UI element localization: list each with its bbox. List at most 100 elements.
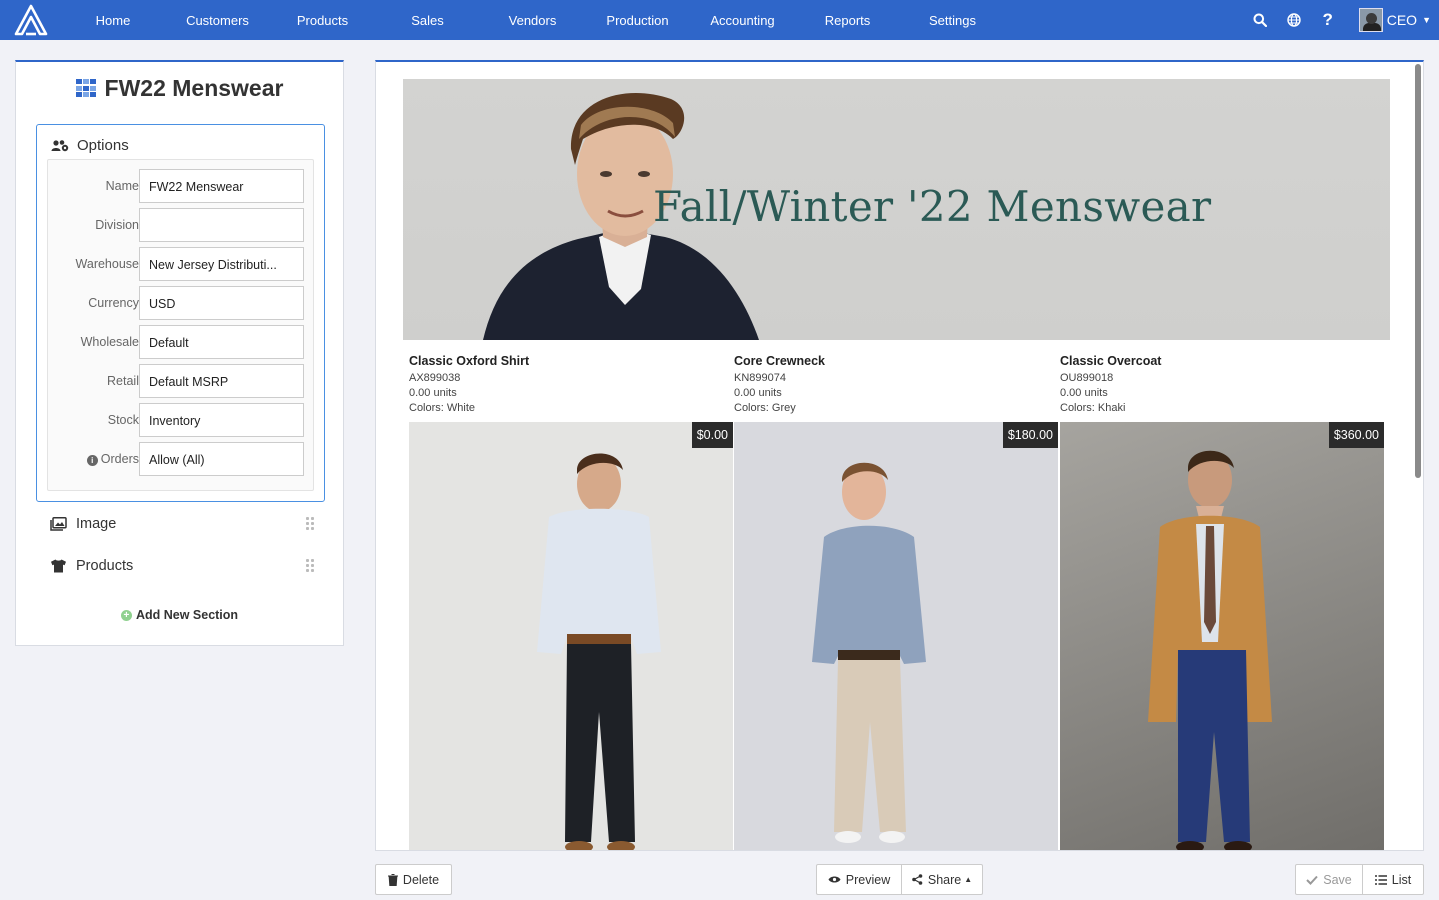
save-button[interactable]: Save: [1295, 864, 1363, 895]
product-card[interactable]: Classic Oxford Shirt AX899038 0.00 units…: [409, 354, 733, 850]
section-image[interactable]: Image: [50, 511, 314, 537]
product-units: 0.00 units: [409, 387, 457, 399]
add-section-label: Add New Section: [135, 608, 239, 622]
top-navbar: Home Customers Products Sales Vendors Pr…: [0, 0, 1439, 40]
share-label: Share: [927, 872, 962, 887]
list-icon: [1374, 874, 1387, 885]
orders-select[interactable]: Allow (All): [139, 442, 304, 476]
product-units: 0.00 units: [734, 387, 782, 399]
model-overcoat-image: [1148, 450, 1272, 850]
share-icon: [912, 874, 923, 885]
linesheet-preview: Fall/Winter '22 Menswear Classic Oxford …: [375, 60, 1424, 851]
product-photo: $0.00: [409, 422, 733, 850]
field-retail: Retail Default MSRP: [48, 364, 313, 398]
name-input[interactable]: FW22 Menswear: [139, 169, 304, 203]
trash-icon: [387, 873, 398, 886]
field-label: i Orders: [86, 452, 139, 466]
drag-handle-icon[interactable]: [306, 559, 314, 572]
users-cog-icon: [51, 140, 69, 152]
product-colors: Colors: White: [409, 402, 476, 414]
field-label: Stock: [107, 413, 139, 427]
nav-sales[interactable]: Sales: [371, 0, 484, 40]
price-badge: $0.00: [691, 422, 733, 448]
nav-settings[interactable]: Settings: [904, 0, 1001, 40]
field-name: Name FW22 Menswear: [48, 169, 313, 203]
eye-icon: [828, 876, 841, 883]
delete-button[interactable]: Delete: [375, 864, 452, 895]
product-colors: Colors: Grey: [734, 402, 796, 414]
chevron-down-icon: ▼: [1422, 15, 1431, 25]
field-wholesale: Wholesale Default: [48, 325, 313, 359]
product-name: Classic Oxford Shirt: [409, 354, 530, 368]
check-icon: [1306, 875, 1318, 885]
product-sku: KN899074: [734, 372, 786, 384]
preview-label: Preview: [845, 872, 891, 887]
info-icon[interactable]: i: [86, 455, 98, 466]
nav-home[interactable]: Home: [65, 0, 161, 40]
user-role-label: CEO: [1386, 12, 1418, 28]
image-icon: [50, 517, 67, 531]
delete-label: Delete: [402, 872, 440, 887]
section-label: Products: [76, 558, 134, 574]
save-label: Save: [1323, 872, 1352, 887]
help-icon[interactable]: ?: [1311, 0, 1345, 40]
field-label: Wholesale: [80, 335, 139, 349]
stock-select[interactable]: Inventory: [139, 403, 304, 437]
wholesale-select[interactable]: Default: [139, 325, 304, 359]
orders-label: Orders: [100, 452, 139, 466]
nav-production[interactable]: Production: [581, 0, 694, 40]
price-badge: $180.00: [1002, 422, 1058, 448]
list-label: List: [1391, 872, 1412, 887]
product-sku: AX899038: [409, 372, 461, 384]
share-button[interactable]: Share ▲: [901, 864, 983, 895]
avatar: [1358, 8, 1383, 32]
page-title-text: FW22 Menswear: [104, 75, 284, 101]
field-label: Division: [95, 218, 139, 232]
hero-title: Fall/Winter '22 Menswear: [653, 182, 1212, 231]
field-division: Division: [48, 208, 313, 242]
section-products[interactable]: Products: [50, 553, 314, 579]
nav-reports[interactable]: Reports: [791, 0, 904, 40]
field-currency: Currency USD: [48, 286, 313, 320]
grid-icon: [75, 79, 98, 98]
options-header[interactable]: Options: [51, 137, 129, 154]
field-label: Currency: [88, 296, 139, 310]
preview-scrollbar[interactable]: [1415, 64, 1421, 478]
add-new-section-button[interactable]: + Add New Section: [16, 608, 343, 622]
model-crewneck-image: [812, 462, 926, 843]
product-photo: $180.00: [734, 422, 1058, 850]
field-stock: Stock Inventory: [48, 403, 313, 437]
product-sku: OU899018: [1060, 372, 1114, 384]
preview-button[interactable]: Preview: [816, 864, 902, 895]
division-input[interactable]: [139, 208, 304, 242]
product-card[interactable]: Core Crewneck KN899074 0.00 units Colors…: [734, 354, 1058, 850]
hero-banner: Fall/Winter '22 Menswear: [403, 79, 1390, 340]
nav-products[interactable]: Products: [274, 0, 371, 40]
user-menu[interactable]: CEO ▼: [1358, 8, 1431, 32]
product-card[interactable]: Classic Overcoat OU899018 0.00 units Col…: [1060, 354, 1384, 850]
product-colors: Colors: Khaki: [1060, 402, 1126, 414]
options-label: Options: [77, 137, 129, 154]
nav-accounting[interactable]: Accounting: [694, 0, 791, 40]
currency-select[interactable]: USD: [139, 286, 304, 320]
section-label: Image: [76, 516, 117, 532]
field-label: Name: [105, 179, 139, 193]
retail-select[interactable]: Default MSRP: [139, 364, 304, 398]
product-name: Classic Overcoat: [1060, 354, 1162, 368]
plus-circle-icon: +: [120, 609, 132, 621]
nav-customers[interactable]: Customers: [161, 0, 274, 40]
options-fields: Name FW22 Menswear Division Warehouse Ne…: [47, 159, 314, 491]
product-units: 0.00 units: [1060, 387, 1108, 399]
warehouse-select[interactable]: New Jersey Distributi...: [139, 247, 304, 281]
linesheet-settings-panel: FW22 Menswear Options Name FW22 Menswear…: [15, 60, 344, 646]
globe-icon[interactable]: [1277, 0, 1311, 40]
tshirt-icon: [51, 559, 66, 573]
app-logo-icon[interactable]: [14, 4, 48, 36]
search-icon[interactable]: [1243, 0, 1277, 40]
nav-utilities: ? CEO ▼: [1243, 0, 1439, 40]
nav-vendors[interactable]: Vendors: [484, 0, 581, 40]
list-button[interactable]: List: [1362, 864, 1424, 895]
field-label: Warehouse: [75, 257, 139, 271]
drag-handle-icon[interactable]: [306, 517, 314, 530]
page-title: FW22 Menswear: [16, 75, 343, 102]
